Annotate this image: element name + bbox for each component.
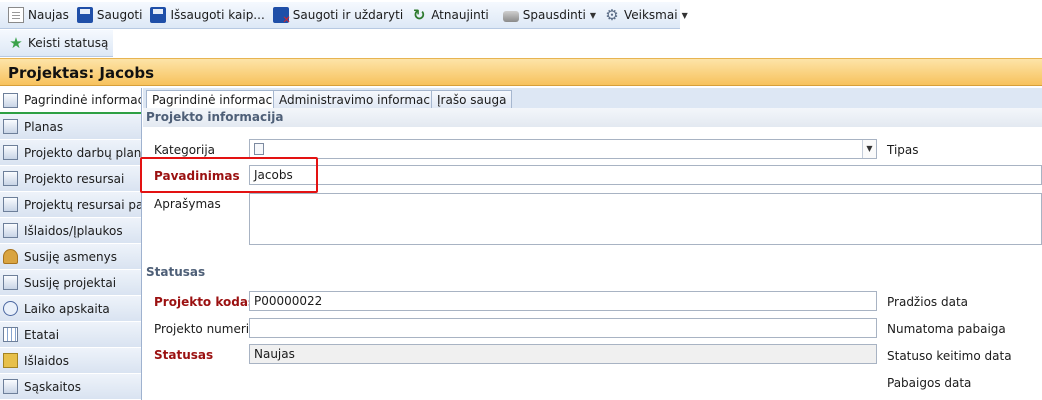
name-input[interactable]: Jacobs (249, 165, 1042, 185)
grid-icon (3, 327, 18, 342)
end-date-label: Pabaigos data (887, 376, 972, 390)
save-button-label: Saugoti (96, 8, 143, 22)
project-code-value: P00000022 (254, 294, 323, 308)
print-button[interactable]: Spausdinti ▼ (500, 4, 601, 26)
new-button[interactable]: Naujas (5, 4, 74, 26)
refresh-icon: ↻ (412, 6, 426, 24)
form-icon (3, 92, 18, 108)
project-number-label: Projekto numeris (154, 322, 256, 336)
refresh-button[interactable]: ↻ Atnaujinti (408, 4, 494, 26)
save-as-button-label: Išsaugoti kaip... (170, 8, 265, 22)
tab-strip: Pagrindinė informacija Administravimo in… (143, 88, 1042, 111)
chevron-down-icon: ▼ (681, 10, 688, 20)
save-button[interactable]: Saugoti (74, 4, 148, 26)
project-code-input[interactable]: P00000022 (249, 291, 877, 311)
sidebar-item-label: Planas (24, 119, 64, 134)
sidebar-item-plan[interactable]: Planas (0, 114, 141, 140)
document-icon (254, 143, 264, 155)
tab-record-security[interactable]: Įrašo sauga (431, 90, 513, 110)
sidebar-item-projects-resources-by[interactable]: Projektų resursai pag... (0, 192, 141, 218)
sidebar-item-label: Laiko apskaita (24, 301, 110, 316)
form-icon (3, 197, 18, 212)
sidebar-item-time-tracking[interactable]: Laiko apskaita (0, 296, 141, 322)
chevron-down-icon: ▼ (589, 10, 596, 20)
form-icon (3, 171, 18, 186)
save-icon (76, 7, 93, 23)
refresh-button-label: Atnaujinti (431, 8, 489, 22)
change-status-label: Keisti statusą (28, 36, 109, 50)
chevron-down-icon[interactable]: ▼ (862, 140, 876, 158)
form-icon (3, 379, 18, 394)
project-number-input[interactable] (249, 318, 877, 338)
status-field: Naujas (249, 344, 877, 364)
sidebar-item-label: Sąskaitos (24, 379, 81, 394)
project-code-label: Projekto kodas (154, 295, 256, 309)
save-as-icon (150, 7, 167, 23)
status-toolbar: ★ Keisti statusą (0, 30, 113, 57)
form-icon (3, 223, 18, 238)
status-value: Naujas (254, 347, 295, 361)
sidebar-navigation: Pagrindinė informacija Planas Projekto d… (0, 88, 142, 400)
sidebar-item-related-persons[interactable]: Susiję asmenys (0, 244, 141, 270)
sidebar-item-label: Projekto darbų planas (24, 145, 141, 160)
actions-button[interactable]: ⚙ Veiksmai ▼ (601, 4, 693, 26)
actions-button-label: Veiksmai (623, 8, 678, 22)
project-info-heading: Projekto informacija (143, 108, 1042, 127)
form-icon (3, 145, 18, 160)
status-heading: Statusas (146, 265, 206, 279)
start-date-label: Pradžios data (887, 295, 968, 309)
main-toolbar: Naujas Saugoti Išsaugoti kaip... Saugoti… (0, 2, 688, 29)
sidebar-item-label: Pagrindinė informacija (24, 93, 141, 107)
gear-icon: ⚙ (605, 6, 619, 24)
status-change-date-label: Statuso keitimo data (887, 349, 1012, 363)
category-label: Kategorija (154, 143, 216, 157)
record-title: Projektas: Jacobs (8, 64, 154, 82)
money-icon (3, 353, 18, 368)
print-button-label: Spausdinti (522, 8, 586, 22)
description-label: Aprašymas (154, 197, 221, 211)
type-label: Tipas (887, 143, 919, 157)
form-icon (3, 119, 18, 134)
printer-icon (502, 11, 519, 22)
status-label: Statusas (154, 348, 214, 362)
description-textarea[interactable] (249, 193, 1042, 245)
sidebar-item-expenses-income[interactable]: Išlaidos/Įplaukos (0, 218, 141, 244)
name-field-highlight (140, 157, 318, 193)
form-icon (3, 275, 18, 290)
sidebar-item-project-resources[interactable]: Projekto resursai (0, 166, 141, 192)
sidebar-item-project-work-plan[interactable]: Projekto darbų planas (0, 140, 141, 166)
sidebar-item-label: Projektų resursai pag... (24, 197, 141, 212)
sidebar-item-positions[interactable]: Etatai (0, 322, 141, 348)
person-icon (3, 249, 18, 264)
new-button-label: Naujas (28, 8, 69, 22)
clock-icon (3, 301, 18, 316)
sidebar-item-label: Etatai (24, 327, 60, 342)
sidebar-item-related-projects[interactable]: Susiję projektai (0, 270, 141, 296)
sidebar-item-expenses[interactable]: Išlaidos (0, 348, 141, 374)
star-icon: ★ (9, 34, 23, 52)
save-close-icon (272, 7, 291, 26)
save-and-close-label: Saugoti ir uždaryti (292, 8, 404, 22)
change-status-button[interactable]: ★ Keisti statusą (5, 32, 113, 54)
sidebar-item-label: Projekto resursai (24, 171, 125, 186)
planned-end-label: Numatoma pabaiga (887, 322, 1006, 336)
new-document-icon (8, 7, 24, 23)
sidebar-item-basic-info[interactable]: Pagrindinė informacija (0, 88, 141, 114)
sidebar-item-label: Išlaidos (24, 353, 70, 368)
sidebar-item-label: Susiję asmenys (24, 249, 117, 264)
category-select[interactable]: ▼ (249, 139, 877, 159)
save-and-close-button[interactable]: Saugoti ir uždaryti (270, 4, 408, 26)
sidebar-item-label: Išlaidos/Įplaukos (24, 223, 123, 238)
save-as-button[interactable]: Išsaugoti kaip... (147, 4, 269, 26)
sidebar-item-label: Susiję projektai (24, 275, 117, 290)
record-title-bar: Projektas: Jacobs (0, 58, 1042, 86)
sidebar-item-invoices[interactable]: Sąskaitos (0, 374, 141, 400)
tab-admin-info[interactable]: Administravimo informacija (273, 90, 450, 110)
main-panel: Pagrindinė informacija Administravimo in… (143, 88, 1042, 400)
